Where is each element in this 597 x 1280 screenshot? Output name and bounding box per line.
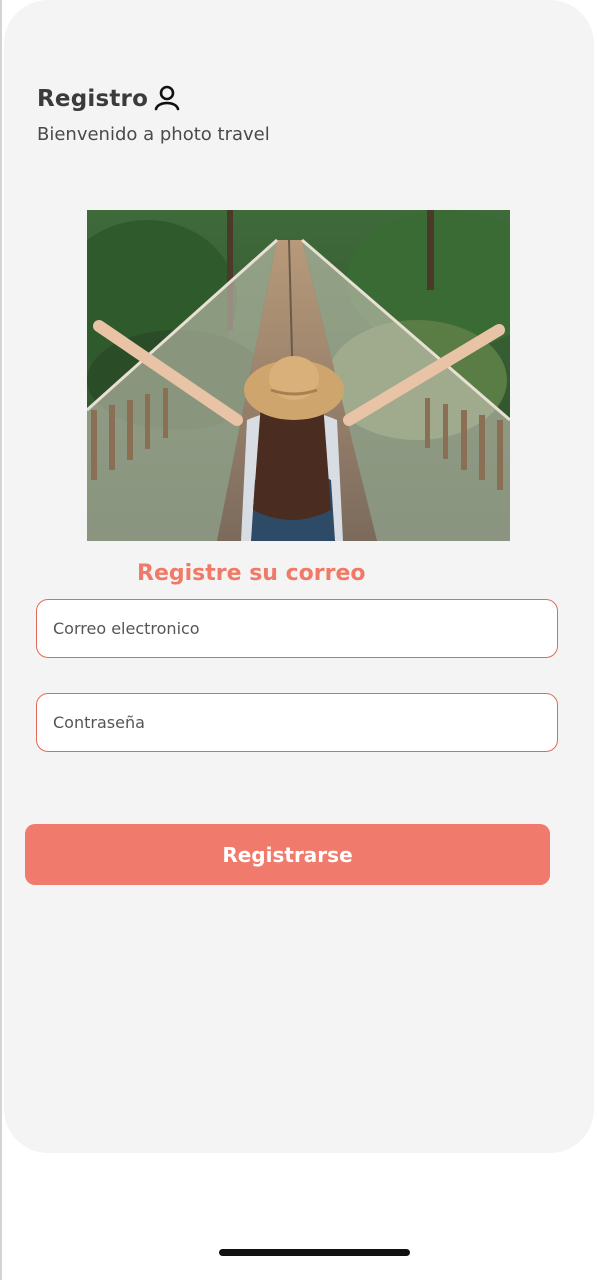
email-field[interactable]: [36, 599, 558, 658]
register-email-heading: Registre su correo: [137, 561, 366, 586]
user-icon: [153, 84, 181, 112]
home-indicator[interactable]: [219, 1249, 410, 1256]
register-button[interactable]: Registrarse: [25, 824, 550, 885]
screen-edge: [0, 0, 2, 1280]
registration-screen: Registro Bienvenido a photo travel Regis…: [0, 0, 597, 1280]
page-title: Registro: [37, 86, 149, 112]
password-field[interactable]: [36, 693, 558, 752]
page-subtitle: Bienvenido a photo travel: [37, 124, 270, 145]
hero-image: [87, 210, 510, 541]
